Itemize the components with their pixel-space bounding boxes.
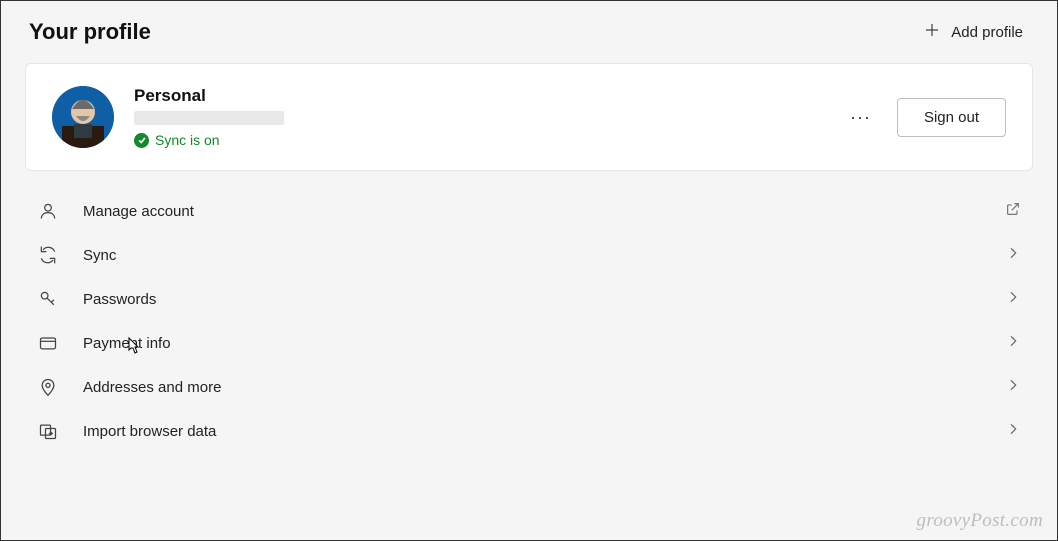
sync-icon: [37, 245, 59, 265]
page-title: Your profile: [29, 19, 151, 45]
chevron-right-icon: [1005, 333, 1021, 353]
menu-item-addresses[interactable]: Addresses and more: [25, 365, 1033, 409]
credit-card-icon: [37, 333, 59, 353]
avatar: [52, 86, 114, 148]
profile-card-actions: ··· Sign out: [846, 98, 1006, 137]
chevron-right-icon: [1005, 289, 1021, 309]
menu-item-passwords[interactable]: Passwords: [25, 277, 1033, 321]
menu-item-sync[interactable]: Sync: [25, 233, 1033, 277]
menu-item-manage-account[interactable]: Manage account: [25, 189, 1033, 233]
menu-label: Import browser data: [83, 423, 1005, 440]
menu-item-payment-info[interactable]: Payment info: [25, 321, 1033, 365]
menu-label: Payment info: [83, 335, 1005, 352]
add-profile-button[interactable]: Add profile: [917, 17, 1029, 47]
profile-card: Personal Sync is on ··· Sign out: [25, 63, 1033, 171]
sync-status-label: Sync is on: [155, 132, 220, 148]
menu-label: Manage account: [83, 203, 1005, 220]
settings-menu: Manage account Sync Passwords Payment in…: [1, 189, 1057, 453]
location-icon: [37, 377, 59, 397]
plus-icon: [923, 21, 941, 43]
key-icon: [37, 289, 59, 309]
chevron-right-icon: [1005, 421, 1021, 441]
menu-label: Addresses and more: [83, 379, 1005, 396]
menu-item-import-browser-data[interactable]: Import browser data: [25, 409, 1033, 453]
check-circle-icon: [134, 133, 149, 148]
watermark: groovyPost.com: [917, 510, 1043, 532]
chevron-right-icon: [1005, 377, 1021, 397]
import-icon: [37, 421, 59, 441]
menu-label: Passwords: [83, 291, 1005, 308]
sync-status: Sync is on: [134, 132, 284, 148]
menu-label: Sync: [83, 247, 1005, 264]
profile-name: Personal: [134, 86, 284, 106]
profile-email-placeholder: [134, 111, 284, 125]
person-icon: [37, 201, 59, 221]
chevron-right-icon: [1005, 245, 1021, 265]
profile-info: Personal Sync is on: [134, 86, 284, 148]
add-profile-label: Add profile: [951, 24, 1023, 41]
signout-button[interactable]: Sign out: [897, 98, 1006, 137]
header: Your profile Add profile: [1, 1, 1057, 59]
more-options-button[interactable]: ···: [846, 103, 875, 132]
external-link-icon: [1005, 201, 1021, 221]
